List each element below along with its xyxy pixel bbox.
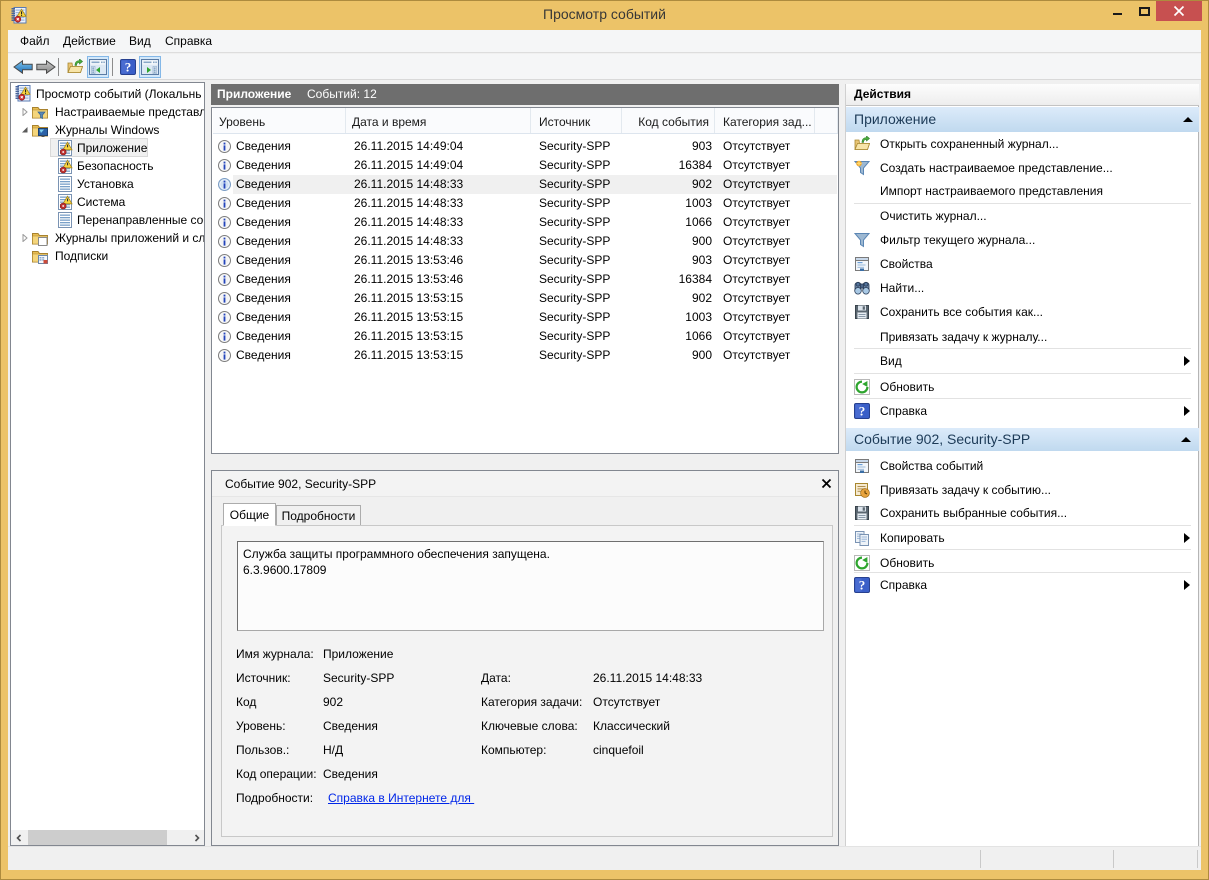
svg-text:?: ? (859, 578, 866, 593)
svg-text:?: ? (125, 60, 132, 75)
svg-text:?: ? (859, 404, 866, 419)
